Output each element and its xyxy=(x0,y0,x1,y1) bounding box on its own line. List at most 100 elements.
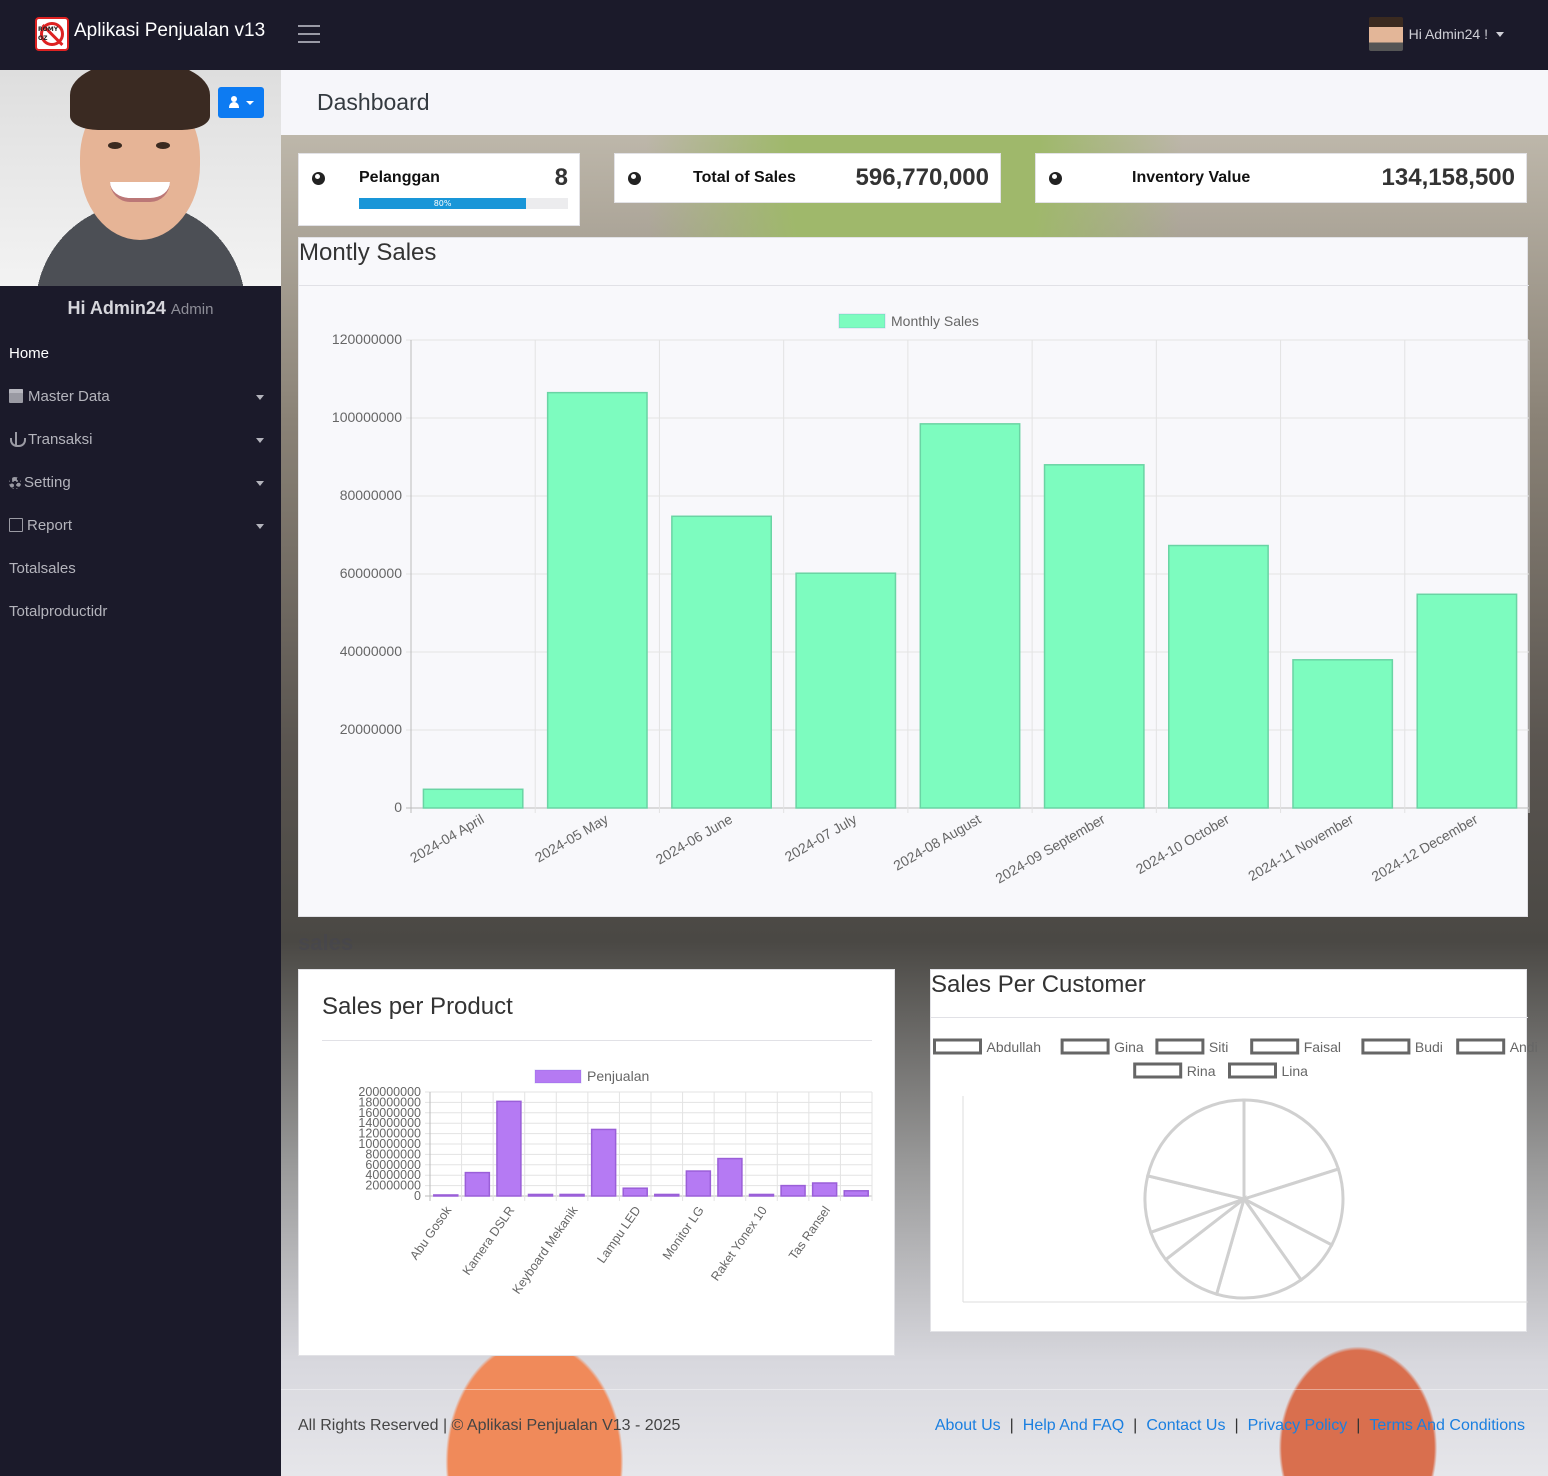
page-title: Dashboard xyxy=(317,89,430,115)
bar xyxy=(1168,544,1269,809)
x-tick-label: Abu Gosok xyxy=(407,1203,454,1262)
file-icon xyxy=(9,518,23,532)
gear-icon xyxy=(9,477,21,489)
legend-label: Gina xyxy=(1114,1039,1144,1055)
globe-icon xyxy=(1049,172,1062,185)
legend-swatch xyxy=(838,313,886,329)
x-tick-label: 2024-11 November xyxy=(1245,811,1356,884)
x-tick-label: 2024-08 August xyxy=(891,811,984,874)
bar xyxy=(843,1190,869,1197)
sales-per-customer-card: Sales Per Customer Abdullah Gina Siti Faisa… xyxy=(930,969,1538,1332)
chevron-down-icon xyxy=(256,395,264,400)
footer-link-terms[interactable]: Terms And Conditions xyxy=(1369,1417,1525,1434)
sidebar-item-transaksi[interactable]: Transaksi xyxy=(0,418,281,461)
footer-link-about[interactable]: About Us xyxy=(935,1417,1001,1434)
sidebar-item-report[interactable]: Report xyxy=(0,504,281,547)
bar xyxy=(748,1193,775,1197)
anchor-icon xyxy=(9,432,26,447)
footer-links: About Us | Help And FAQ | Contact Us | Privacy… xyxy=(934,1417,1525,1434)
y-tick-label: 80000000 xyxy=(340,487,403,503)
monthly-sales-chart: Monthly Sales 0 20000000 40000000 60000000 80… xyxy=(332,313,1530,887)
y-tick-label: 0 xyxy=(394,799,402,815)
legend-swatch xyxy=(1155,1038,1205,1055)
customer-progress-bar: 80% xyxy=(359,198,568,209)
x-tick-label: Keyboard Mekanik xyxy=(510,1203,581,1296)
y-tick-label: 200000000 xyxy=(358,1085,421,1099)
stat-label: Inventory Value xyxy=(1132,169,1251,186)
sidebar-item-label: Home xyxy=(9,345,50,362)
x-tick-label: Tas Ransel xyxy=(786,1204,833,1263)
chevron-down-icon xyxy=(1496,31,1504,37)
bar xyxy=(811,1182,838,1197)
bar xyxy=(622,1187,648,1197)
sidebar-user-name: Hi Admin24 xyxy=(67,298,166,318)
stat-value: 134,158,500 xyxy=(1381,164,1515,191)
sidebar-item-label: Master Data xyxy=(28,388,110,405)
legend-swatch xyxy=(1133,1062,1183,1079)
bar xyxy=(1292,659,1394,809)
sidebar-item-home[interactable]: Home xyxy=(0,332,281,375)
y-tick-label: 120000000 xyxy=(332,331,402,347)
chevron-down-icon xyxy=(256,481,264,486)
bar xyxy=(717,1157,743,1197)
bar xyxy=(433,1194,459,1197)
user-icon xyxy=(229,96,239,108)
sidebar-menu: Home Master Data Transaksi Setting Repor… xyxy=(0,332,281,633)
x-tick-label: Kamera DSLR xyxy=(460,1204,518,1278)
sales-per-product-card: Sales per Product Penjualan 0 20000000 4000… xyxy=(298,969,895,1356)
chevron-down-icon xyxy=(246,101,254,105)
bar xyxy=(464,1171,491,1197)
bar xyxy=(671,515,772,809)
bar xyxy=(1416,593,1518,809)
sidebar: Hi Admin24 Admin Home Master Data Transa… xyxy=(0,70,281,1476)
y-tick-label: 100000000 xyxy=(332,409,402,425)
legend-label: Rina xyxy=(1187,1063,1216,1079)
sidebar-item-setting[interactable]: Setting xyxy=(0,461,281,504)
sidebar-item-master-data[interactable]: Master Data xyxy=(0,375,281,418)
bar xyxy=(496,1100,522,1197)
footer-link-contact[interactable]: Contact Us xyxy=(1146,1417,1225,1434)
legend-swatch xyxy=(1228,1062,1277,1079)
avatar xyxy=(1368,17,1403,51)
brand-logo[interactable]: ROMY OZ xyxy=(35,17,69,51)
bar xyxy=(654,1193,680,1197)
globe-icon xyxy=(628,172,641,185)
y-tick-label: 40000000 xyxy=(340,643,403,659)
stat-label: Pelanggan xyxy=(359,169,440,186)
app-title[interactable]: Aplikasi Penjualan v13 xyxy=(74,20,265,42)
x-tick-label: Raket Yonex 10 xyxy=(708,1204,770,1284)
legend-swatch xyxy=(1456,1038,1506,1055)
x-tick-label: 2024-05 May xyxy=(532,811,611,866)
footer-link-privacy[interactable]: Privacy Policy xyxy=(1248,1417,1348,1434)
sidebar-item-label: Totalsales xyxy=(9,560,76,577)
page-header: Dashboard xyxy=(281,70,1548,135)
legend-label: Budi xyxy=(1415,1039,1443,1055)
stat-value: 8 xyxy=(554,164,568,191)
legend-label: Siti xyxy=(1209,1039,1228,1055)
footer-link-help[interactable]: Help And FAQ xyxy=(1023,1417,1124,1434)
x-tick-label: 2024-09 September xyxy=(993,811,1108,887)
sidebar-item-label: Setting xyxy=(24,474,71,491)
sidebar-item-totalsales[interactable]: Totalsales xyxy=(0,547,281,590)
bar xyxy=(590,1128,617,1197)
y-tick-label: 20000000 xyxy=(340,721,403,737)
bar xyxy=(559,1193,585,1197)
sidebar-item-label: Transaksi xyxy=(28,431,93,448)
legend-swatch xyxy=(933,1038,982,1055)
bar xyxy=(527,1193,554,1197)
sidebar-greeting: Hi Admin24 Admin xyxy=(0,298,281,319)
bar xyxy=(685,1170,712,1197)
stat-value: 596,770,000 xyxy=(855,164,989,191)
legend-swatch xyxy=(534,1069,582,1084)
section-watermark: sales xyxy=(298,930,354,955)
chevron-down-icon xyxy=(256,524,264,529)
legend-swatch xyxy=(1250,1038,1300,1055)
stat-customers: Pelanggan 8 80% xyxy=(298,153,580,226)
bar xyxy=(546,391,648,809)
menu-toggle-icon[interactable] xyxy=(298,25,320,45)
x-tick-label: 2024-07 July xyxy=(782,811,859,865)
sidebar-item-totalproductidr[interactable]: Totalproductidr xyxy=(0,590,281,633)
sales-per-customer-chart: Abdullah Gina Siti Faisal Budi Andi Rina Lina xyxy=(933,1038,1538,1303)
user-menu-dropdown[interactable]: Hi Admin24 ! xyxy=(1368,17,1504,51)
user-options-button[interactable] xyxy=(218,87,264,118)
